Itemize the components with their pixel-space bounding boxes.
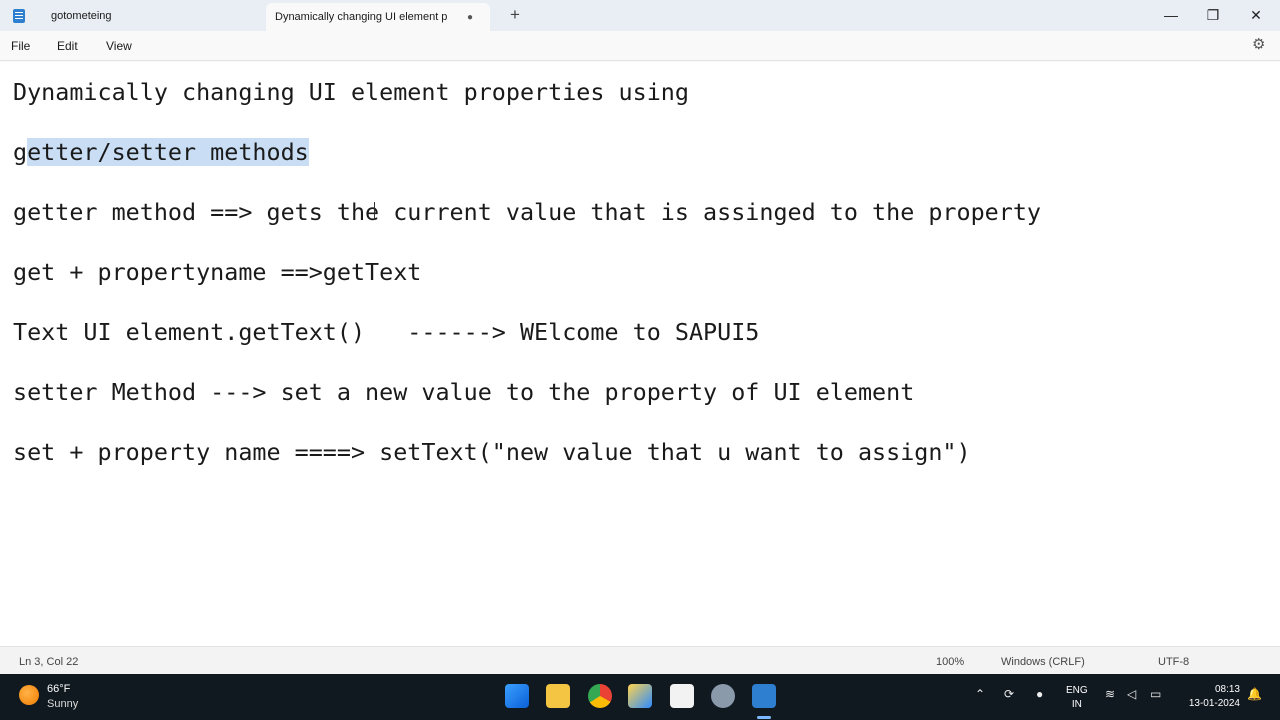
tab-dynamically-changing[interactable]: Dynamically changing UI element p ● [266, 3, 490, 31]
language-indicator[interactable]: ENG IN [1066, 684, 1088, 712]
editor-line-1: Dynamically changing UI element properti… [13, 78, 689, 106]
taskbar: 66°F Sunny ⌃ ⟳ ● ENG IN ≋ ◁ ▭ 08:13 13-0… [0, 674, 1280, 720]
menu-file[interactable]: File [11, 39, 30, 53]
microphone-icon[interactable]: ● [1036, 687, 1043, 701]
text-editor[interactable]: Dynamically changing UI element properti… [0, 62, 1280, 646]
mouse-ibeam-cursor [374, 202, 377, 220]
line-ending: Windows (CRLF) [1001, 656, 1085, 668]
zoom-level: 100% [936, 656, 965, 668]
settings-gear-icon[interactable] [711, 684, 735, 708]
status-bar: Ln 3, Col 22 100% Windows (CRLF) UTF-8 [0, 646, 1280, 674]
file-explorer-icon[interactable] [546, 684, 570, 708]
close-button[interactable]: ✕ [1235, 0, 1277, 31]
clock-time: 08:13 [1214, 684, 1240, 695]
clock[interactable]: 08:13 13-01-2024 [1180, 683, 1240, 711]
menu-view[interactable]: View [106, 39, 132, 53]
windows-start-icon[interactable] [505, 684, 529, 708]
encoding: UTF-8 [1158, 656, 1190, 668]
unsaved-indicator[interactable]: ● [467, 12, 473, 23]
restore-button[interactable]: ❐ [1192, 0, 1234, 31]
g-app-icon[interactable] [670, 684, 694, 708]
wifi-icon[interactable]: ≋ [1105, 687, 1115, 701]
active-app-indicator [757, 716, 771, 719]
weather-temp[interactable]: 66°F [47, 683, 70, 695]
tab-title: gotometeing [51, 9, 112, 22]
chevron-up-icon[interactable]: ⌃ [975, 687, 985, 701]
editor-line-7: set + property name ====> setText("new v… [13, 438, 971, 466]
tab-gotometeing[interactable]: gotometeing [0, 0, 266, 31]
language-region: IN [1071, 699, 1082, 710]
weather-condition[interactable]: Sunny [47, 698, 78, 710]
battery-icon[interactable]: ▭ [1150, 687, 1161, 701]
notepad-icon[interactable] [752, 684, 776, 708]
sun-icon[interactable] [19, 685, 39, 705]
menu-bar: File Edit View ⚙ [0, 31, 1280, 61]
editor-line-3: getter method ==> gets the current value… [13, 198, 1042, 226]
title-bar: gotometeing Dynamically changing UI elem… [0, 0, 1280, 31]
clock-date: 13-01-2024 [1188, 698, 1240, 709]
sync-icon[interactable]: ⟳ [1004, 687, 1014, 701]
new-tab-button[interactable]: + [506, 5, 524, 25]
volume-icon[interactable]: ◁ [1127, 687, 1136, 701]
editor-line-4: get + propertyname ==>getText [13, 258, 422, 286]
language-code: ENG [1066, 685, 1088, 696]
tab-title: Dynamically changing UI element p [275, 11, 448, 23]
notepad-icon [13, 8, 25, 23]
minimize-button[interactable]: — [1150, 0, 1192, 31]
cursor-position: Ln 3, Col 22 [19, 656, 79, 668]
editor-line-2: getter/setter methods [13, 138, 309, 166]
notification-bell-icon[interactable]: 🔔 [1247, 687, 1262, 701]
chrome-icon[interactable] [588, 684, 612, 708]
selected-text: etter/setter methods [27, 138, 309, 166]
line-text-prefix: g [13, 138, 28, 166]
whiteboard-icon[interactable] [628, 684, 652, 708]
menu-edit[interactable]: Edit [57, 39, 78, 53]
settings-gear-icon[interactable]: ⚙ [1252, 37, 1268, 53]
editor-line-5: Text UI element.getText() ------> WElcom… [13, 318, 760, 346]
editor-line-6: setter Method ---> set a new value to th… [13, 378, 915, 406]
